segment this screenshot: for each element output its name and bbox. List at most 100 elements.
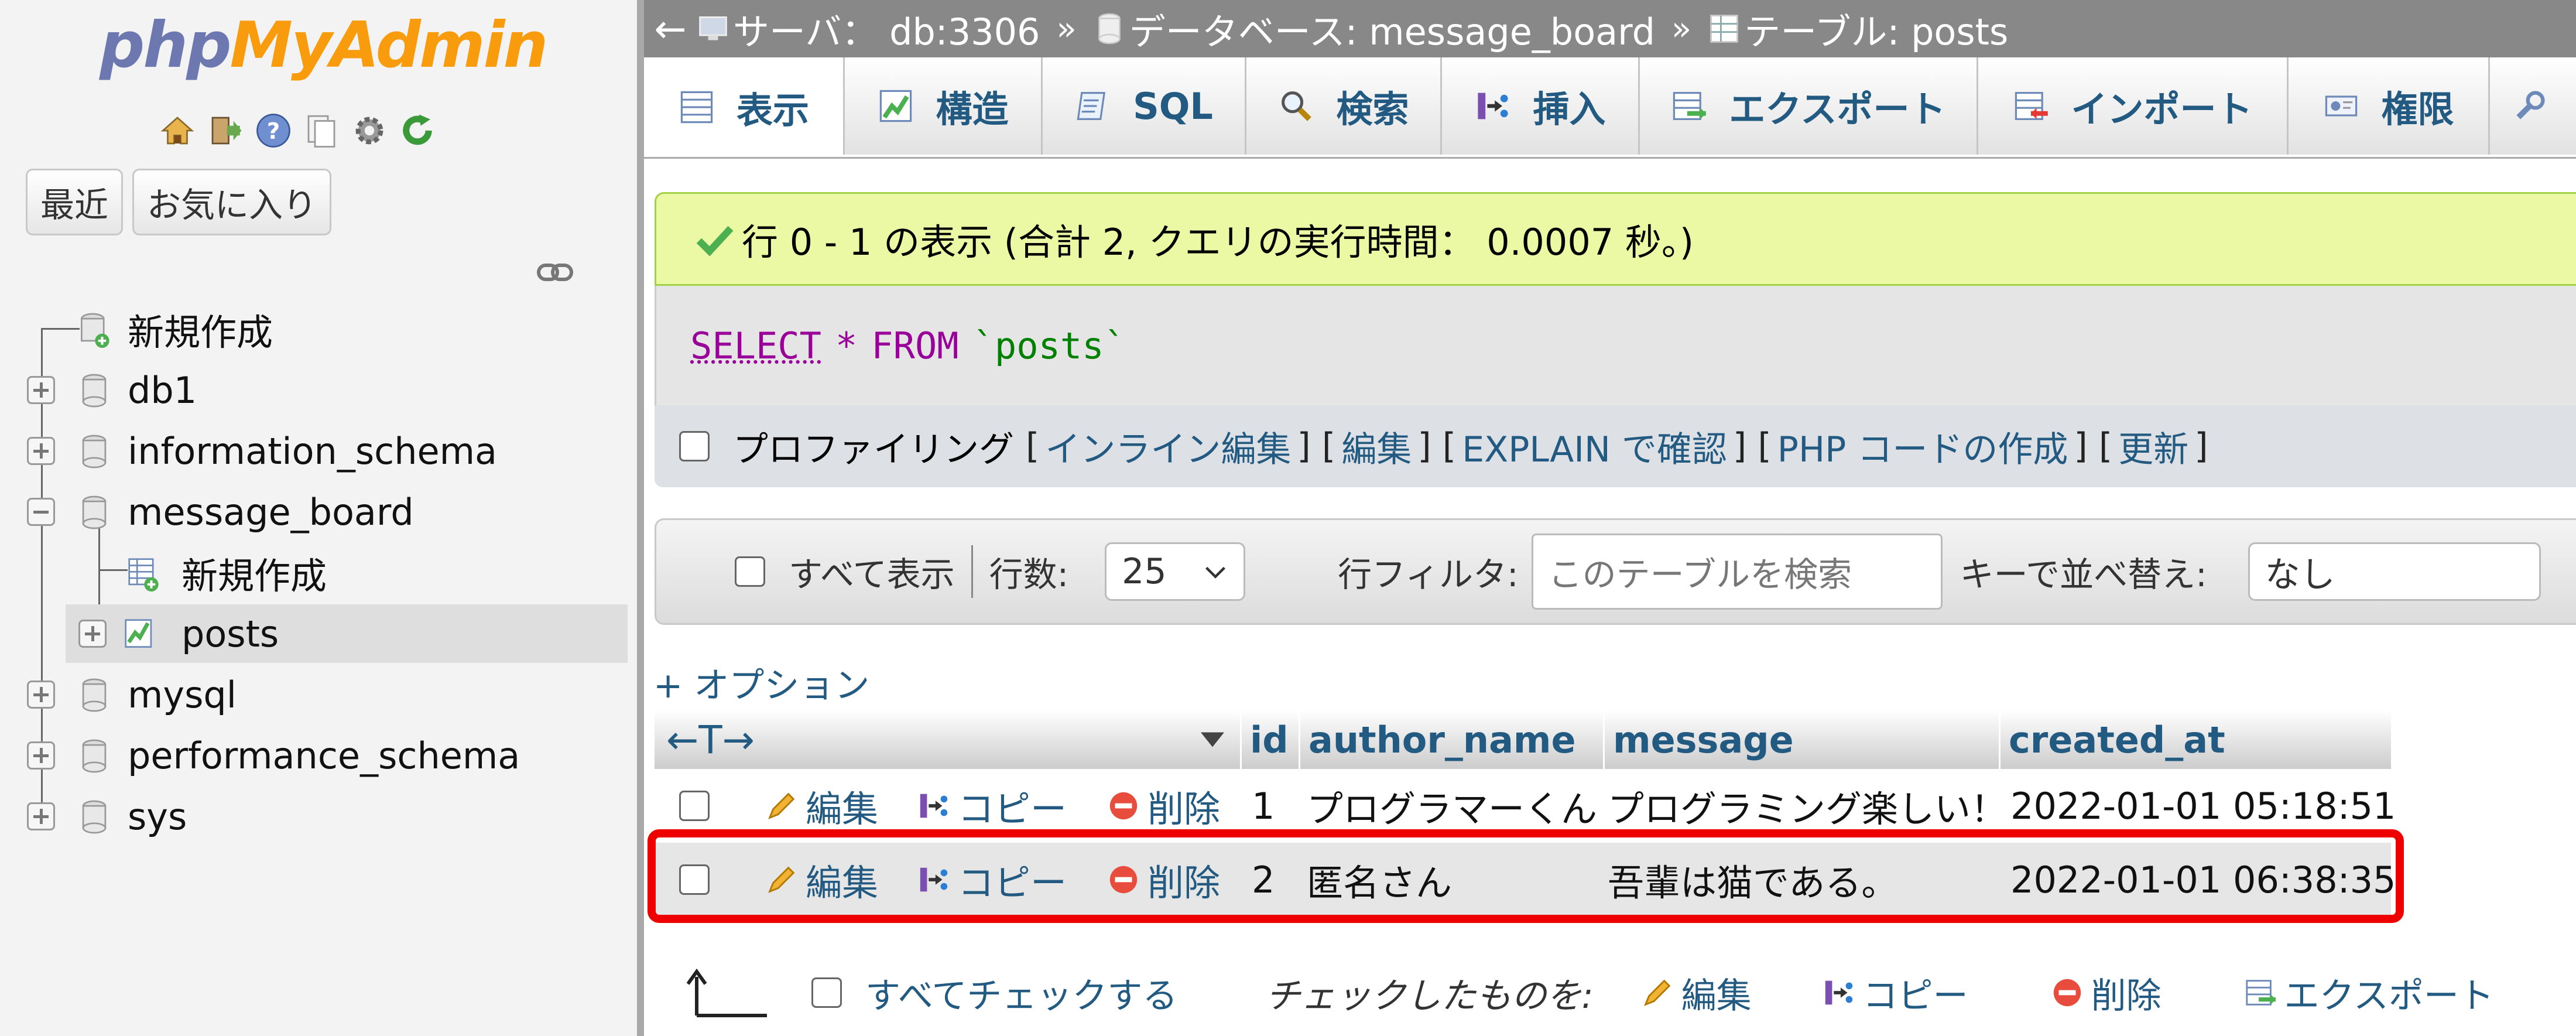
tab-export[interactable]: エクスポート xyxy=(1638,57,1976,155)
explain-link[interactable]: EXPLAIN で確認 xyxy=(1462,421,1727,472)
tree-item-sys[interactable]: sys xyxy=(0,787,637,846)
php-code-link[interactable]: PHP コードの作成 xyxy=(1777,421,2068,472)
bulk-copy-button[interactable]: コピー xyxy=(1822,967,1968,1018)
bracket: ] [ xyxy=(2074,426,2113,467)
row-checkbox[interactable] xyxy=(679,791,710,821)
settings-icon[interactable] xyxy=(349,110,390,151)
tab-sql[interactable]: SQL xyxy=(1041,57,1245,155)
tab-privileges[interactable]: 権限 xyxy=(2287,57,2488,155)
sort-select-value: なし xyxy=(2265,554,2335,596)
tree-item-new[interactable]: 新規作成 xyxy=(0,300,637,358)
rows-select[interactable]: 25 xyxy=(1105,542,1246,601)
help-icon[interactable]: ? xyxy=(253,110,294,151)
cell-id[interactable]: 2 xyxy=(1252,843,1275,917)
show-all-checkbox[interactable] xyxy=(735,556,765,587)
copy-icon xyxy=(1825,980,1852,1005)
cell-created-at[interactable]: 2022-01-01 06:38:35 xyxy=(2010,843,2396,917)
expand-icon[interactable] xyxy=(27,741,55,770)
row-delete-link[interactable]: 削除 xyxy=(1107,843,1220,917)
column-header-message[interactable]: message xyxy=(1603,710,2007,769)
collapse-icon[interactable] xyxy=(27,498,55,526)
home-icon[interactable] xyxy=(157,110,198,151)
row-checkbox[interactable] xyxy=(679,864,710,895)
filter-label: 行フィルタ: xyxy=(1338,555,1519,594)
bulk-edit-button[interactable]: 編集 xyxy=(1640,967,1752,1018)
expand-icon[interactable] xyxy=(27,376,55,404)
insert-icon xyxy=(1478,93,1509,119)
column-header-created-at[interactable]: created_at xyxy=(1999,710,2391,769)
check-all-link[interactable]: すべてチェックする xyxy=(865,967,1177,1018)
breadcrumb-database-label: データベース: message_board xyxy=(1129,11,1655,53)
pencil-icon xyxy=(768,866,795,893)
phpmyadmin-logo[interactable]: phpMyAdmin xyxy=(100,5,548,87)
expand-icon[interactable] xyxy=(27,681,55,709)
tab-more[interactable] xyxy=(2488,57,2576,155)
link-icon[interactable] xyxy=(536,258,574,287)
row-copy-link[interactable]: コピー xyxy=(917,843,1067,917)
sort-select[interactable]: なし xyxy=(2248,542,2541,601)
edit-query-link[interactable]: 編集 xyxy=(1341,421,1412,472)
tab-insert[interactable]: 挿入 xyxy=(1440,57,1638,155)
profiling-checkbox[interactable] xyxy=(679,431,710,461)
table-header: ←T→ id author_name message created_at xyxy=(655,710,2391,769)
row-delete-link[interactable]: 削除 xyxy=(1107,769,1220,843)
tree-item-mysql[interactable]: mysql xyxy=(0,665,637,724)
sort-triangle-icon[interactable] xyxy=(1198,729,1227,750)
logout-icon[interactable] xyxy=(205,110,246,151)
collapse-panel-arrow[interactable]: ← xyxy=(644,6,697,52)
row-copy-link[interactable]: コピー xyxy=(917,769,1067,843)
bulk-export-button[interactable]: エクスポート xyxy=(2243,967,2494,1018)
pencil-icon xyxy=(768,792,795,819)
tree-item-information-schema[interactable]: information_schema xyxy=(0,422,637,480)
tree-item-message-board[interactable]: message_board xyxy=(0,483,637,541)
tree-item-db1[interactable]: db1 xyxy=(0,361,637,419)
inline-edit-link[interactable]: インライン編集 xyxy=(1045,421,1291,472)
breadcrumb-table[interactable]: テーブル: posts xyxy=(1708,2,2008,55)
expand-icon[interactable] xyxy=(27,437,55,465)
tab-label: 検索 xyxy=(1336,88,1409,131)
bracket: ] xyxy=(2194,426,2208,467)
cell-id[interactable]: 1 xyxy=(1252,769,1275,843)
rows-label: 行数: xyxy=(989,555,1069,594)
filter-input[interactable]: このテーブルを検索 xyxy=(1531,534,1943,610)
tree-item-new-table[interactable]: 新規作成 xyxy=(0,543,637,602)
check-all-checkbox[interactable] xyxy=(811,977,842,1008)
cell-author-name[interactable]: 匿名さん xyxy=(1307,843,1452,917)
tab-structure[interactable]: 構造 xyxy=(843,57,1041,155)
column-header-id[interactable]: id xyxy=(1240,710,1299,769)
cell-created-at[interactable]: 2022-01-01 05:18:51 xyxy=(2010,769,2396,843)
tree-db-label: db1 xyxy=(128,368,197,412)
row-edit-link[interactable]: 編集 xyxy=(765,769,878,843)
tab-import[interactable]: インポート xyxy=(1976,57,2287,155)
tab-browse[interactable]: 表示 xyxy=(644,57,843,157)
cell-author-name[interactable]: プログラマーくん xyxy=(1307,769,1597,843)
row-delete-label: 削除 xyxy=(1147,861,1221,904)
breadcrumb-separator: » xyxy=(1056,9,1077,48)
bulk-delete-button[interactable]: 削除 xyxy=(2050,967,2161,1018)
tab-search[interactable]: 検索 xyxy=(1245,57,1440,155)
cell-message[interactable]: 吾輩は猫である。 xyxy=(1608,843,1897,917)
tab-label: エクスポート xyxy=(1729,88,1946,131)
with-selected-label: チェックしたものを: xyxy=(1265,975,1594,1017)
tree-item-performance-schema[interactable]: performance_schema xyxy=(0,726,637,785)
column-resize-arrows[interactable]: ←T→ xyxy=(666,717,755,763)
refresh-link[interactable]: 更新 xyxy=(2118,421,2188,472)
svg-text:?: ? xyxy=(267,118,280,145)
docs-icon[interactable] xyxy=(301,110,342,151)
breadcrumb-server[interactable]: サーバ： db:3306 xyxy=(697,2,1040,55)
options-link[interactable]: + オプション xyxy=(653,657,869,708)
success-message: 行 0 - 1 の表示 (合計 2, クエリの実行時間： 0.0007 秒。) xyxy=(655,192,2576,286)
sql-keyword-select[interactable]: SELECT xyxy=(690,324,821,367)
row-edit-link[interactable]: 編集 xyxy=(765,843,878,917)
cell-message[interactable]: プログラミング楽しい！ xyxy=(1608,769,2007,843)
nav-icon-bar: ? xyxy=(157,105,438,156)
expand-icon[interactable] xyxy=(27,802,55,830)
expand-icon[interactable] xyxy=(78,620,107,648)
reload-icon[interactable] xyxy=(397,110,438,151)
breadcrumb-database[interactable]: データベース: message_board xyxy=(1093,2,1655,55)
profiling-label: プロファイリング xyxy=(733,429,1014,470)
favorites-button[interactable]: お気に入り xyxy=(132,169,332,235)
tree-new-label: 新規作成 xyxy=(128,311,273,354)
tree-item-posts[interactable]: posts xyxy=(66,604,628,663)
recent-button[interactable]: 最近 xyxy=(26,169,124,235)
